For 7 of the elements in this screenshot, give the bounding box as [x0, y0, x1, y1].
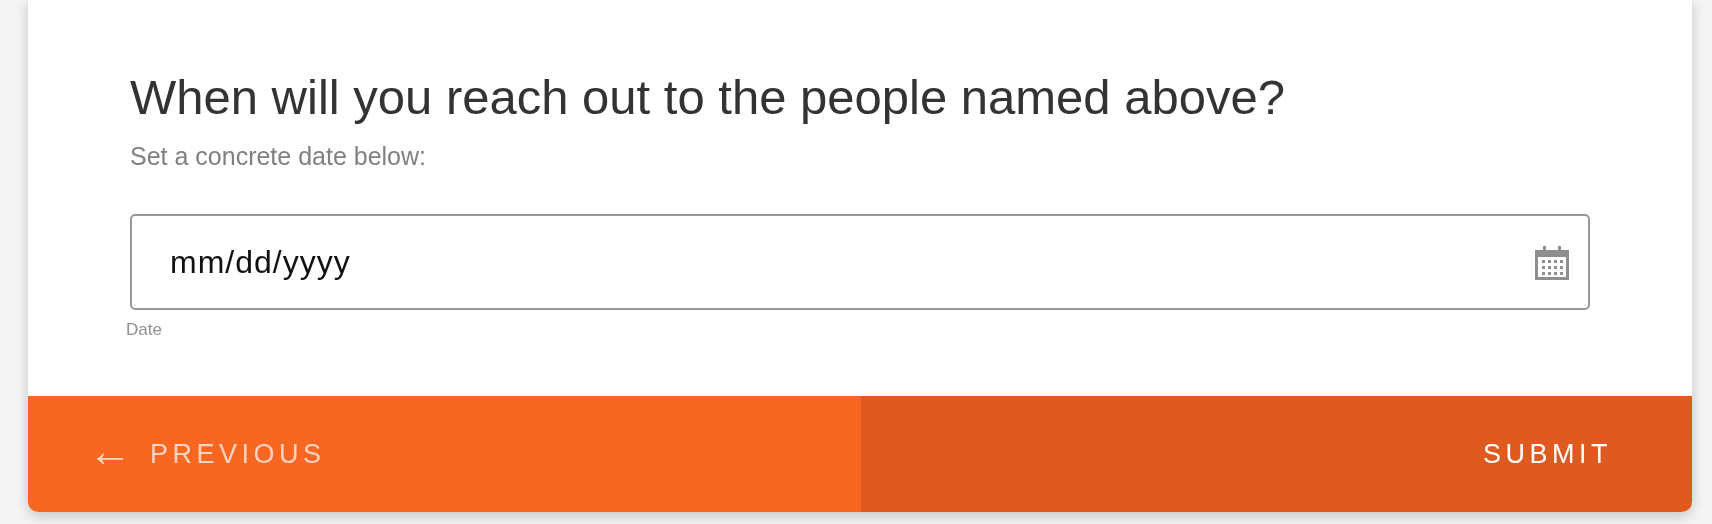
field-label: Date — [126, 320, 163, 340]
date-field[interactable]: mm/dd/yyyy — [130, 214, 1590, 310]
question-subtitle: Set a concrete date below: — [130, 141, 428, 172]
question-title: When will you reach out to the people named above? — [130, 69, 1286, 126]
calendar-icon[interactable] — [1534, 244, 1570, 280]
submit-button[interactable]: SUBMIT — [861, 396, 1692, 512]
previous-button[interactable]: ← PREVIOUS — [28, 396, 861, 512]
